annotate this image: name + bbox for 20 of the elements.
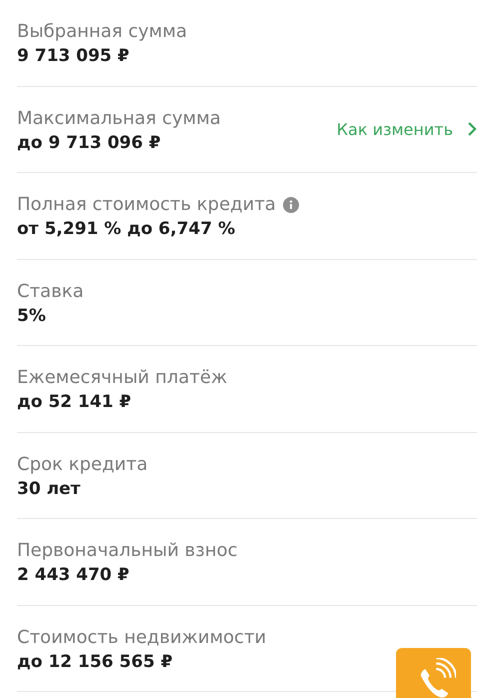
field-value: от 5,291 % до 6,747 % <box>17 219 236 240</box>
chevron-right-icon <box>467 121 477 138</box>
field-value: 5% <box>17 306 47 326</box>
field-value: до 52 141 ₽ <box>17 392 132 412</box>
field-value: 2 443 470 ₽ <box>17 565 130 586</box>
field-label: Ежемесячный платёж <box>17 367 228 388</box>
field-value: до 9 713 096 ₽ <box>17 132 162 153</box>
info-icon[interactable] <box>282 196 299 213</box>
field-label: Срок кредита <box>17 454 148 475</box>
field-value: 9 713 095 ₽ <box>17 46 130 66</box>
field-value: до 12 156 565 ₽ <box>17 652 174 672</box>
field-value: 30 лет <box>17 478 82 499</box>
field-label: Ставка <box>17 280 84 302</box>
call-button[interactable] <box>396 648 471 698</box>
field-label: Выбранная сумма <box>17 21 187 42</box>
field-label: Полная стоимость кредита <box>17 194 276 216</box>
field-label: Максимальная сумма <box>17 108 221 129</box>
field-label: Первоначальный взнос <box>17 540 238 562</box>
change-link[interactable]: Как изменить <box>336 120 477 139</box>
field-label: Стоимость недвижимости <box>17 626 266 648</box>
